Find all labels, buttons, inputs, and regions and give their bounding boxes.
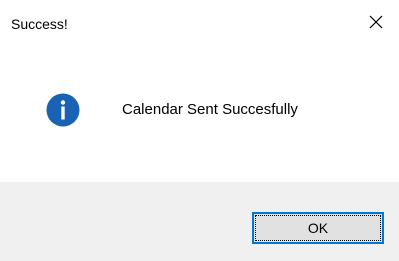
close-icon: [369, 15, 383, 34]
dialog-message: Calendar Sent Succesfully: [122, 101, 298, 118]
ok-button[interactable]: OK: [252, 212, 384, 244]
information-icon: [46, 93, 80, 127]
dialog-title: Success!: [11, 16, 68, 32]
button-bar: OK: [0, 182, 399, 261]
title-bar: Success!: [0, 0, 399, 50]
message-dialog: Success! Calendar Sent Succesfully OK: [0, 0, 399, 261]
dialog-content: Calendar Sent Succesfully: [0, 50, 399, 182]
ok-button-label: OK: [307, 220, 329, 236]
close-button[interactable]: [353, 0, 399, 48]
